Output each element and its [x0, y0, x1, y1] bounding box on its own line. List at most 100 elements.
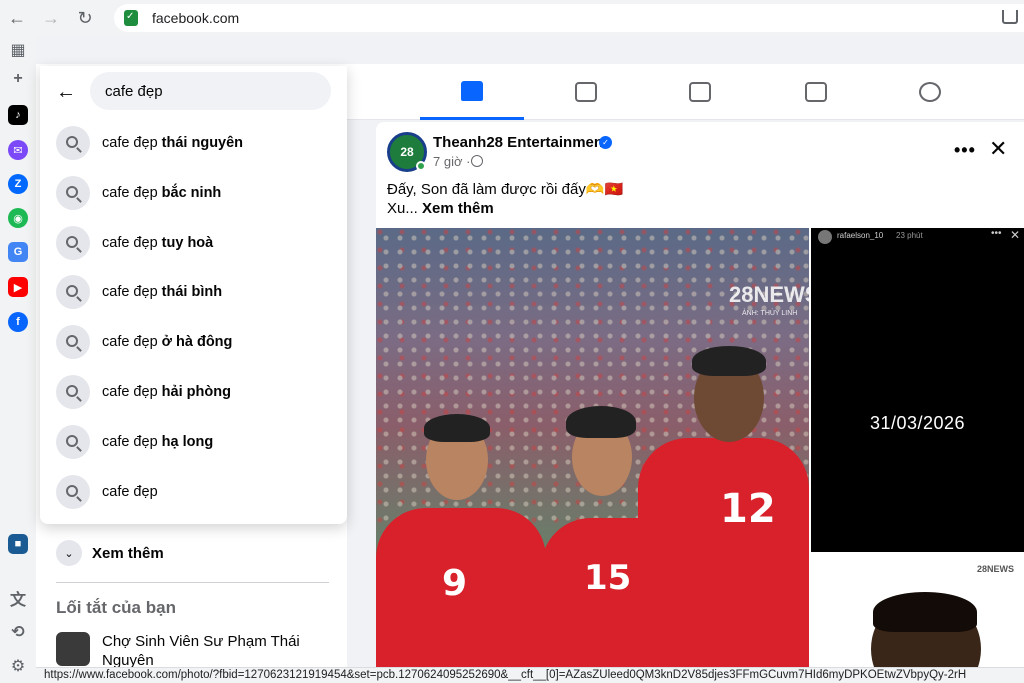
history-icon[interactable]: ⟲: [8, 622, 28, 642]
sidebar-see-more[interactable]: ⌄ Xem thêm: [56, 538, 164, 568]
settings-icon[interactable]: ⚙: [8, 656, 28, 676]
search-suggestion[interactable]: cafe đẹp bắc ninh: [48, 170, 339, 216]
player-hair: [692, 346, 766, 376]
facebook-icon[interactable]: f: [8, 312, 28, 332]
suggestion-text: cafe đẹp: [102, 484, 158, 500]
search-icon: [56, 175, 90, 210]
search-dropdown: ← cafe đẹp thái nguyêncafe đẹp bắc ninhc…: [40, 66, 347, 524]
post-see-more-link[interactable]: Xem thêm: [422, 200, 494, 217]
youtube-icon[interactable]: ▶: [8, 277, 28, 297]
story-more-icon: •••: [991, 228, 1002, 239]
suggestion-suffix: thái bình: [161, 284, 223, 301]
bottom-app-icon[interactable]: ■: [8, 534, 28, 554]
shortcuts-title: Lối tắt của bạn: [56, 598, 176, 617]
search-suggestion[interactable]: cafe đẹp: [48, 469, 339, 515]
magnifier-glyph: [66, 484, 78, 497]
suggestion-prefix: cafe đẹp: [102, 284, 158, 301]
search-icon: [56, 474, 90, 509]
search-suggestion[interactable]: cafe đẹp ở hà đông: [48, 319, 339, 365]
magnifier-glyph: [66, 285, 78, 298]
photo-watermark: 28NEWS: [729, 282, 809, 307]
search-back-icon: ←: [56, 80, 76, 103]
fb-top-nav: [347, 64, 1024, 120]
translate-tool-glyph: 文: [9, 592, 26, 609]
suggestion-text: cafe đẹp hạ long: [102, 434, 213, 450]
browser-sidebar: ▦ + ♪ ✉ Z ◉ G ▶ f ■ 文 ⟲ ⚙: [0, 36, 36, 683]
home-icon: [461, 80, 483, 101]
tab-home[interactable]: [420, 64, 524, 120]
address-bar[interactable]: facebook.com: [114, 4, 1024, 32]
messenger-icon[interactable]: ✉: [8, 140, 28, 160]
tiktok-glyph: ♪: [15, 109, 21, 121]
player-figure: [638, 438, 809, 667]
post-time[interactable]: 7 giờ ·: [433, 154, 470, 169]
search-suggestion[interactable]: cafe đẹp thái nguyên: [48, 120, 339, 166]
magnifier-glyph: [66, 235, 78, 248]
profile-icon: [919, 82, 941, 102]
second-photo-watermark: 28NEWS: [977, 564, 1015, 574]
search-input[interactable]: [90, 72, 331, 110]
close-icon[interactable]: ✕: [989, 136, 1007, 162]
shortcut-thumbnail[interactable]: [56, 632, 90, 666]
post-photo[interactable]: 28NEWS ẢNH: THÙY LINH 9 15 12: [376, 228, 809, 667]
forward-button[interactable]: →: [34, 0, 68, 36]
magnifier-glyph: [66, 335, 78, 348]
messenger-glyph: ✉: [13, 144, 23, 157]
add-glyph: +: [13, 70, 23, 87]
forward-arrow-icon: →: [42, 7, 60, 28]
search-suggestion[interactable]: cafe đẹp hạ long: [48, 419, 339, 465]
tiktok-icon[interactable]: ♪: [8, 105, 28, 125]
download-icon[interactable]: [1002, 10, 1018, 24]
browser-toolbar: ← → ↻ facebook.com: [0, 0, 1024, 36]
zalo-icon[interactable]: Z: [8, 174, 28, 194]
apps-grid-icon[interactable]: ▦: [8, 40, 28, 60]
verified-badge-icon: ✓: [599, 136, 612, 149]
story-close-icon: ✕: [1010, 228, 1021, 242]
game-icon[interactable]: ◉: [8, 208, 28, 228]
back-button[interactable]: ←: [0, 0, 34, 36]
reload-button[interactable]: ↻: [68, 0, 102, 36]
post-text-line: Đấy, Son đã làm được rồi đấy🫶🇻🇳: [387, 181, 624, 198]
verified-glyph: ✓: [602, 138, 609, 147]
zalo-glyph: Z: [14, 178, 22, 190]
jersey-number: 15: [584, 558, 632, 598]
second-photo[interactable]: 28NEWS: [811, 554, 1024, 667]
secure-lock-icon: [124, 10, 138, 26]
sidebar-divider: [56, 582, 329, 583]
translate-glyph: G: [13, 246, 23, 258]
google-translate-icon[interactable]: G: [8, 242, 28, 262]
search-suggestion[interactable]: cafe đẹp hải phòng: [48, 369, 339, 415]
search-icon: [56, 225, 90, 260]
suggestion-suffix: bắc ninh: [161, 184, 222, 201]
search-back-button[interactable]: ←: [54, 80, 78, 104]
magnifier-glyph: [66, 136, 78, 148]
search-suggestion[interactable]: cafe đẹp thái bình: [48, 269, 339, 315]
add-app-icon[interactable]: +: [8, 69, 28, 89]
tab-feeds[interactable]: [534, 64, 638, 120]
story-date: 31/03/2026: [869, 413, 966, 433]
player-hair: [424, 414, 490, 442]
suggestion-text: cafe đẹp thái bình: [102, 284, 222, 300]
apps-grid-glyph: ▦: [10, 42, 26, 59]
online-indicator: [416, 161, 426, 171]
more-options-icon[interactable]: •••: [954, 140, 976, 161]
globe-icon: [471, 155, 483, 167]
search-icon: [56, 126, 90, 160]
suggestion-text: cafe đẹp thái nguyên: [102, 135, 243, 151]
translate-icon[interactable]: 文: [8, 588, 28, 609]
search-icon: [56, 275, 90, 310]
page-name[interactable]: Theanh28 Entertainment: [433, 134, 608, 151]
shortcut-name[interactable]: Chợ Sinh Viên Sư Phạm Thái Nguyên: [102, 632, 312, 670]
reload-icon: ↻: [77, 7, 93, 28]
youtube-glyph: ▶: [13, 281, 23, 294]
suggestion-text: cafe đẹp ở hà đông: [102, 334, 232, 350]
tab-video[interactable]: [648, 64, 752, 120]
magnifier-glyph: [66, 434, 78, 447]
tab-profile[interactable]: [878, 64, 982, 120]
settings-glyph: ⚙: [10, 658, 26, 675]
suggestion-suffix: tuy hoà: [161, 234, 214, 251]
tab-marketplace[interactable]: [764, 64, 868, 120]
story-image[interactable]: rafaelson_10 23 phút ••• ✕ 31/03/2026: [811, 228, 1024, 552]
search-suggestion[interactable]: cafe đẹp tuy hoà: [48, 220, 339, 266]
post-text-line: Xu... Xem thêm: [387, 200, 494, 217]
